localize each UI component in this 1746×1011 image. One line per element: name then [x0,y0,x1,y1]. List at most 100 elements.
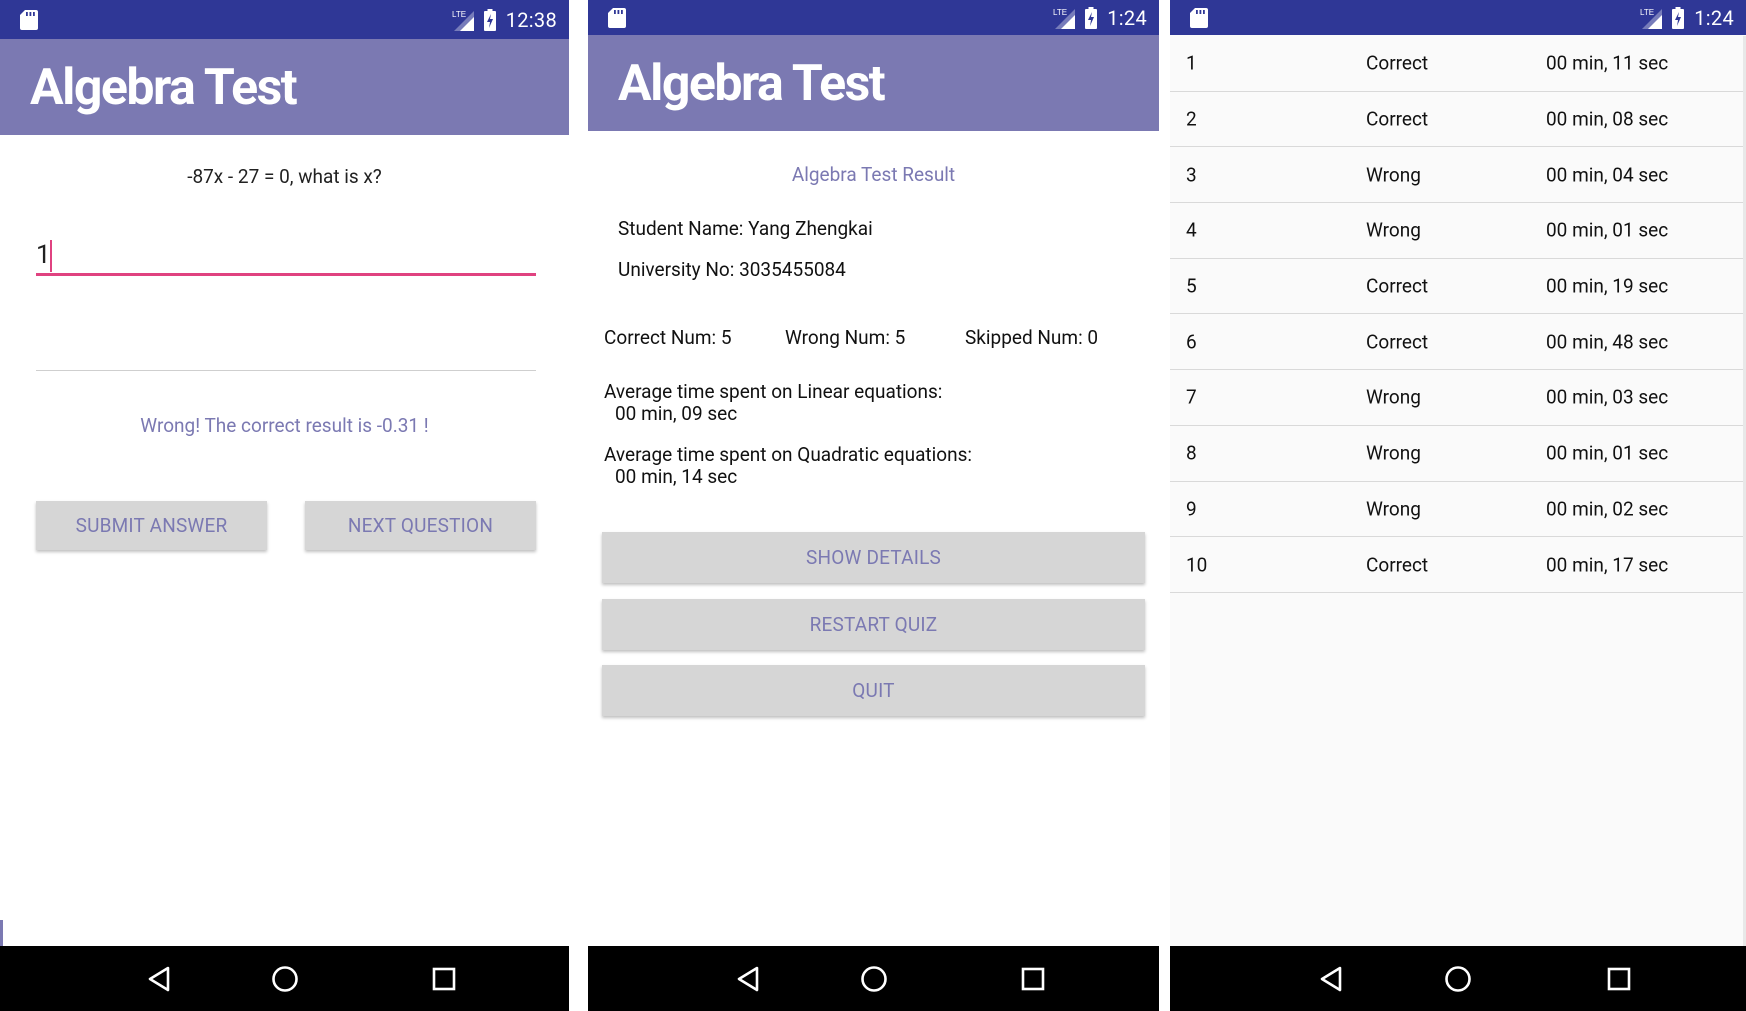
table-row: 2 Correct 00 min, 08 sec [1170,92,1746,148]
feedback-text: Wrong! The correct result is -0.31 ! [140,414,429,437]
text-caret [50,240,52,272]
question-number: 3 [1186,163,1197,187]
phone-result-screen: LTE 1:24 Algebra Test Algebra Test Resul… [588,0,1159,1011]
back-icon[interactable] [147,966,171,992]
svg-text:LTE: LTE [452,10,466,19]
app-title: Algebra Test [618,55,886,113]
question-result: Correct [1366,274,1429,298]
question-result: Correct [1366,51,1429,75]
wrong-count: Wrong Num: 5 [785,326,906,349]
answer-input[interactable] [36,236,536,276]
sd-card-icon [20,9,38,30]
status-clock: 1:24 [1107,5,1147,30]
app-title: Algebra Test [30,59,298,117]
question-time: 00 min, 11 sec [1546,51,1669,75]
question-text: -87x - 27 = 0, what is x? [187,165,382,188]
recents-icon[interactable] [1607,967,1631,991]
avg-linear-value: 00 min, 09 sec [615,402,738,425]
lte-signal-icon: LTE [1640,8,1663,29]
correct-count: Correct Num: 5 [604,326,732,349]
nav-bar [588,946,1159,1011]
question-time: 00 min, 08 sec [1546,107,1669,131]
question-number: 10 [1186,553,1208,577]
scroll-indicator [0,920,3,946]
question-result: Correct [1366,107,1429,131]
question-time: 00 min, 17 sec [1546,553,1669,577]
question-result: Wrong [1366,218,1421,242]
phone-question-screen: LTE 12:38 Algebra Test -87x - 27 = 0, wh… [0,0,569,1011]
question-time: 00 min, 03 sec [1546,385,1669,409]
question-number: 1 [1186,51,1197,75]
table-row: 8 Wrong 00 min, 01 sec [1170,426,1746,482]
table-row: 7 Wrong 00 min, 03 sec [1170,370,1746,426]
question-number: 7 [1186,385,1197,409]
table-row: 6 Correct 00 min, 48 sec [1170,314,1746,371]
status-bar: LTE 1:24 [1170,0,1746,35]
table-row: 4 Wrong 00 min, 01 sec [1170,203,1746,259]
battery-icon [1085,6,1098,29]
question-time: 00 min, 01 sec [1546,441,1669,465]
back-icon[interactable] [1319,966,1343,992]
show-details-button[interactable]: SHOW DETAILS [602,532,1145,583]
divider [36,370,536,371]
question-number: 6 [1186,330,1197,354]
table-row: 3 Wrong 00 min, 04 sec [1170,147,1746,204]
back-icon[interactable] [736,966,760,992]
question-number: 4 [1186,218,1197,242]
lte-signal-icon: LTE [452,10,474,31]
lte-signal-icon: LTE [1053,8,1076,29]
status-clock: 12:38 [505,7,557,32]
table-row: 5 Correct 00 min, 19 sec [1170,259,1746,315]
details-table: 1 Correct 00 min, 11 sec 2 Correct 00 mi… [1170,36,1746,593]
nav-bar [1170,946,1746,1011]
skipped-count: Skipped Num: 0 [965,326,1099,349]
status-clock: 1:24 [1694,5,1734,30]
battery-icon [483,8,496,31]
phone-details-screen: LTE 1:24 1 Correct 00 min, 11 sec 2 Corr… [1170,0,1746,1011]
university-no: University No: 3035455084 [618,258,846,281]
status-bar: LTE 12:38 [0,0,569,39]
recents-icon[interactable] [1021,967,1045,991]
question-time: 00 min, 02 sec [1546,497,1669,521]
question-result: Correct [1366,330,1429,354]
svg-text:LTE: LTE [1053,8,1067,17]
status-icons: LTE 12:38 [452,0,557,39]
avg-linear-label: Average time spent on Linear equations: [604,380,943,403]
question-number: 5 [1186,274,1197,298]
avg-quadratic-label: Average time spent on Quadratic equation… [604,443,972,466]
question-time: 00 min, 19 sec [1546,274,1669,298]
status-bar: LTE 1:24 [588,0,1159,35]
home-icon[interactable] [271,965,299,993]
next-question-button[interactable]: NEXT QUESTION [305,501,536,550]
question-time: 00 min, 48 sec [1546,330,1669,354]
recents-icon[interactable] [432,967,456,991]
question-number: 9 [1186,497,1197,521]
svg-text:LTE: LTE [1640,8,1654,17]
screenshot-composite: LTE 12:38 Algebra Test -87x - 27 = 0, wh… [0,0,1746,1011]
question-time: 00 min, 04 sec [1546,163,1669,187]
question-result: Wrong [1366,497,1421,521]
avg-quadratic-value: 00 min, 14 sec [615,465,738,488]
submit-answer-button[interactable]: SUBMIT ANSWER [36,501,267,550]
app-bar: Algebra Test [0,39,569,135]
sd-card-icon [608,7,626,28]
app-bar: Algebra Test [588,35,1159,131]
question-time: 00 min, 01 sec [1546,218,1669,242]
question-result: Wrong [1366,385,1421,409]
restart-quiz-button[interactable]: RESTART QUIZ [602,599,1145,650]
table-row: 9 Wrong 00 min, 02 sec [1170,482,1746,538]
question-number: 8 [1186,441,1197,465]
result-title: Algebra Test Result [791,163,956,186]
battery-icon [1672,6,1685,29]
sd-card-icon [1190,7,1208,28]
table-row: 10 Correct 00 min, 17 sec [1170,537,1746,593]
question-result: Wrong [1366,163,1421,187]
status-icons: LTE 1:24 [1053,0,1147,35]
home-icon[interactable] [860,965,888,993]
quit-button[interactable]: QUIT [602,665,1145,716]
question-result: Wrong [1366,441,1421,465]
home-icon[interactable] [1444,965,1472,993]
student-name: Student Name: Yang Zhengkai [618,217,873,240]
question-result: Correct [1366,553,1429,577]
nav-bar [0,946,569,1011]
